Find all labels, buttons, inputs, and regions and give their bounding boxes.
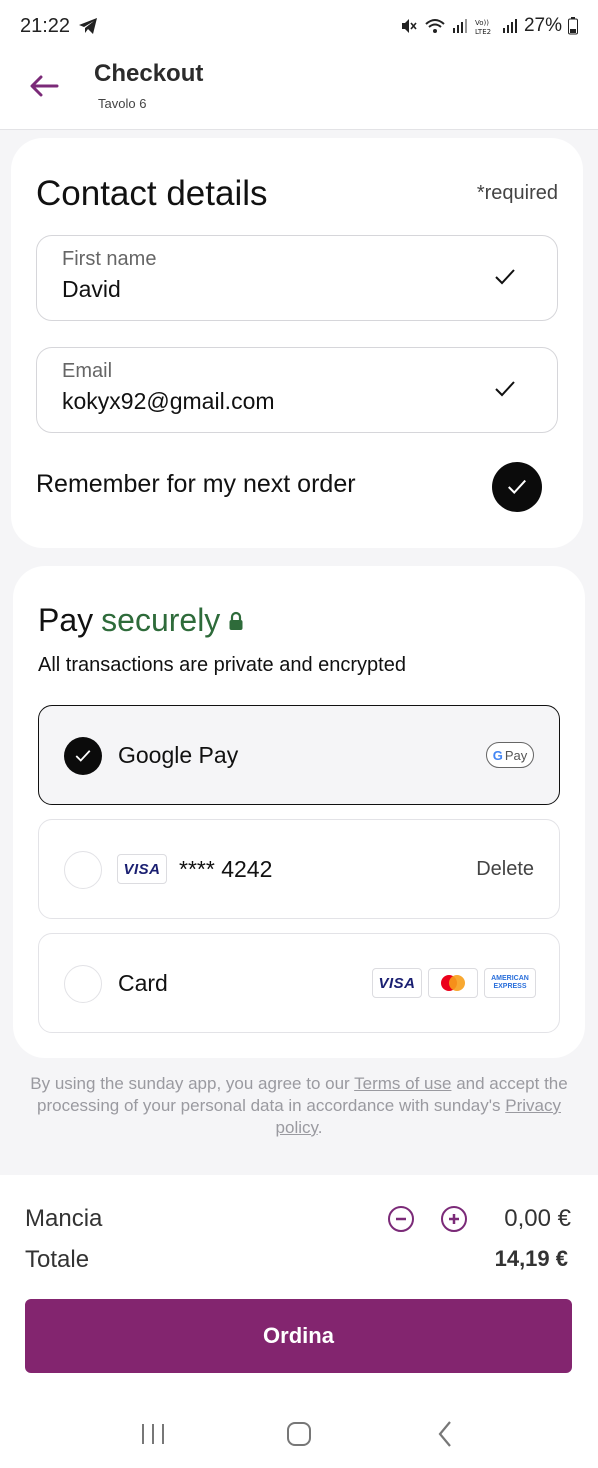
visa-text: VISA — [378, 974, 416, 992]
payment-option-saved-card[interactable]: VISA **** 4242 Delete — [38, 819, 560, 919]
email-label: Email — [62, 360, 113, 382]
page-title: Checkout — [94, 60, 204, 87]
status-left: 21:22 — [20, 15, 98, 38]
home-button[interactable] — [279, 1414, 319, 1454]
contact-details-card: Contact details *required First name Ema… — [11, 138, 583, 548]
visa-text: VISA — [123, 860, 161, 878]
status-time: 21:22 — [20, 14, 71, 37]
system-nav-bar — [0, 1400, 598, 1468]
wifi-icon — [424, 17, 446, 35]
status-right: Vo)) LTE2 27% — [400, 15, 578, 37]
total-amount: 14,19 € — [494, 1246, 568, 1271]
card-label: Card — [118, 970, 168, 996]
payment-option-card[interactable]: Card VISA AMERICAN EXPRESS — [38, 933, 560, 1033]
lock-icon — [229, 611, 243, 630]
volte-icon: Vo)) LTE2 — [474, 17, 496, 35]
radio-unselected[interactable] — [64, 965, 102, 1003]
visa-logo: VISA — [372, 968, 422, 998]
status-bar: 21:22 Vo)) LTE2 27% — [0, 0, 598, 52]
payment-option-google-pay[interactable]: Google Pay G Pay — [38, 705, 560, 805]
google-g-icon: G — [492, 747, 503, 763]
app-header: Checkout Tavolo 6 — [0, 52, 598, 130]
first-name-input[interactable] — [62, 276, 462, 303]
amex-logo: AMERICAN EXPRESS — [484, 968, 536, 998]
payment-card: Pay securely All transactions are privat… — [13, 566, 585, 1058]
arrow-left-icon — [30, 75, 59, 97]
total-label: Totale — [25, 1246, 90, 1273]
battery-icon — [568, 17, 578, 35]
order-button[interactable]: Ordina — [25, 1299, 572, 1373]
first-name-field[interactable]: First name — [36, 235, 558, 321]
required-note: *required — [476, 182, 558, 204]
pay-title-secure: securely — [101, 602, 221, 638]
saved-card-number: **** 4242 — [179, 856, 273, 882]
mastercard-logo — [428, 968, 478, 998]
amex-text: AMERICAN EXPRESS — [491, 975, 529, 990]
chevron-left-icon — [438, 1421, 451, 1447]
radio-unselected[interactable] — [64, 851, 102, 889]
plus-icon — [449, 1214, 459, 1224]
checkmark-icon — [508, 479, 526, 494]
first-name-label: First name — [62, 248, 157, 270]
pay-title-prefix: Pay — [38, 602, 94, 638]
pay-subtitle: All transactions are private and encrypt… — [38, 654, 406, 676]
checkmark-icon — [495, 269, 515, 285]
checkmark-icon — [495, 381, 515, 397]
tip-amount: 0,00 € — [504, 1205, 571, 1232]
signal-icon — [502, 18, 518, 34]
visa-logo: VISA — [117, 854, 167, 884]
recent-apps-icon — [142, 1424, 164, 1444]
contact-details-title: Contact details — [36, 174, 268, 213]
signal-icon — [452, 18, 468, 34]
tip-increase-button[interactable] — [441, 1206, 467, 1232]
google-pay-badge: G Pay — [486, 742, 534, 768]
home-icon — [287, 1422, 311, 1446]
minus-icon — [396, 1217, 406, 1221]
delete-card-button[interactable]: Delete — [476, 858, 534, 881]
remember-label: Remember for my next order — [36, 470, 356, 498]
google-pay-label: Google Pay — [118, 742, 239, 768]
remember-checkbox[interactable] — [492, 462, 542, 512]
telegram-icon — [78, 17, 98, 35]
svg-text:Vo)): Vo)) — [475, 19, 489, 27]
mute-icon — [400, 17, 418, 35]
tip-decrease-button[interactable] — [388, 1206, 414, 1232]
google-pay-badge-text: Pay — [504, 747, 528, 763]
terms-notice: By using the sunday app, you agree to ou… — [30, 1073, 568, 1139]
terms-text-before: By using the sunday app, you agree to ou… — [30, 1074, 350, 1093]
back-nav-button[interactable] — [425, 1414, 465, 1454]
checkmark-icon — [75, 750, 91, 762]
email-field[interactable]: Email — [36, 347, 558, 433]
radio-selected[interactable] — [64, 737, 102, 775]
terms-of-use-link[interactable]: Terms of use — [354, 1074, 451, 1093]
table-label: Tavolo 6 — [98, 96, 147, 111]
terms-text-after: . — [317, 1118, 323, 1137]
tip-label: Mancia — [25, 1205, 103, 1232]
back-button[interactable] — [22, 70, 66, 102]
recent-apps-button[interactable] — [133, 1414, 173, 1454]
mastercard-icon — [441, 975, 465, 991]
svg-text:LTE2: LTE2 — [475, 28, 491, 35]
battery-percent: 27% — [523, 15, 562, 36]
pay-title: Pay securely — [38, 602, 244, 639]
email-input[interactable] — [62, 388, 462, 415]
